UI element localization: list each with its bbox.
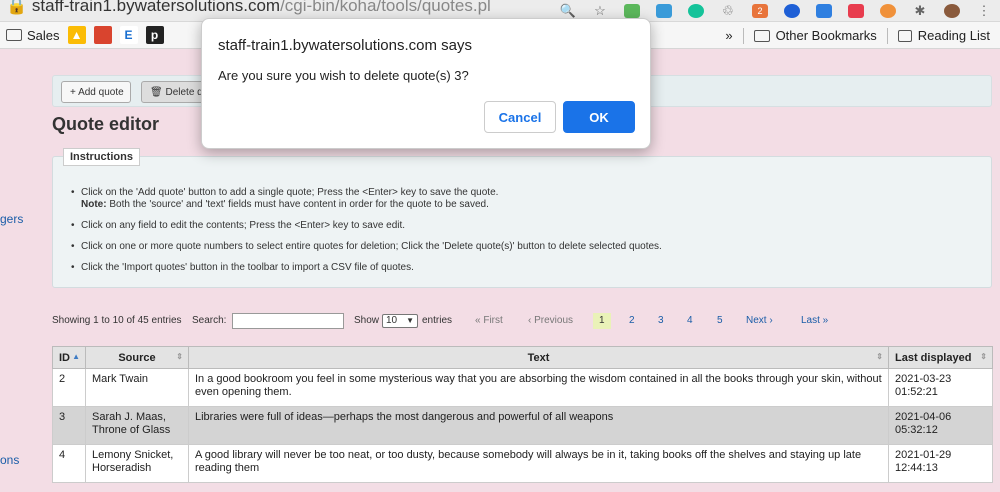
pagination-page-4[interactable]: 4 <box>687 313 693 329</box>
dialog-title: staff-train1.bywatersolutions.com says <box>218 37 472 54</box>
cell-text[interactable]: Libraries were full of ideas—perhaps the… <box>188 406 889 445</box>
sidebar-link-fragment[interactable]: ons <box>0 453 19 467</box>
page-length-select[interactable]: 10 ▼ <box>382 314 418 328</box>
reading-list-label: Reading List <box>917 28 990 43</box>
divider <box>742 27 744 44</box>
url-host: staff-train1.bywatersolutions.com <box>31 0 281 15</box>
extension-icon[interactable] <box>648 0 680 22</box>
column-header-source[interactable]: Source ⇕ <box>85 346 189 369</box>
column-header-last-displayed[interactable]: Last displayed ⇕ <box>888 346 993 369</box>
table-controls: Showing 1 to 10 of 45 entries Search: Sh… <box>52 313 992 329</box>
bookmark-sales[interactable]: Sales <box>6 22 60 49</box>
bookmark-e-icon[interactable]: E <box>119 26 138 44</box>
cancel-button[interactable]: Cancel <box>484 101 556 133</box>
dialog-message: Are you sure you wish to delete quote(s)… <box>218 68 469 83</box>
pagination-last[interactable]: Last » <box>801 313 828 329</box>
url-text[interactable]: 🔒 staff-train1.bywatersolutions.com/cgi-… <box>6 0 491 16</box>
table-info: Showing 1 to 10 of 45 entries <box>52 315 182 326</box>
bookmark-p-icon[interactable]: p <box>145 26 164 44</box>
pagination-page-1[interactable]: 1 <box>593 313 611 329</box>
bookmark-icon[interactable] <box>93 26 112 44</box>
folder-icon <box>753 29 770 42</box>
menu-kebab-icon[interactable]: ⋮ <box>968 0 1000 22</box>
add-quote-button[interactable]: + Add quote <box>61 81 131 103</box>
bookmark-other[interactable]: Other Bookmarks <box>753 28 877 43</box>
instructions-legend: Instructions <box>63 148 140 166</box>
bookmarks-overflow-chevron[interactable]: » <box>725 28 732 43</box>
cell-text[interactable]: In a good bookroom you feel in some myst… <box>188 368 889 407</box>
left-sidebar: gers ons <box>0 49 28 492</box>
table-header-row: ID ▲ Source ⇕ Text ⇕ Last displayed ⇕ <box>52 346 993 369</box>
bookmarks-right: » Other Bookmarks Reading List <box>725 22 990 49</box>
show-label: Show <box>354 315 380 326</box>
pagination-page-2[interactable]: 2 <box>629 313 635 329</box>
pocket-icon[interactable] <box>840 0 872 22</box>
column-header-text[interactable]: Text ⇕ <box>188 346 889 369</box>
instructions-panel: Instructions Click on the 'Add quote' bu… <box>52 148 992 288</box>
instruction-item: Click on the 'Add quote' button to add a… <box>71 187 662 211</box>
cell-last-displayed: 2021-01-29 12:44:13 <box>888 444 993 483</box>
cell-last-displayed: 2021-04-06 05:32:12 <box>888 406 993 445</box>
page-title: Quote editor <box>52 114 159 134</box>
grammarly-icon[interactable] <box>680 0 712 22</box>
extension-icon[interactable] <box>808 0 840 22</box>
pagination-next[interactable]: Next › <box>746 313 773 329</box>
cell-source[interactable]: Mark Twain <box>85 368 189 407</box>
sort-ascending-icon: ▲ <box>72 352 80 361</box>
divider <box>886 27 888 44</box>
bookmark-other-label: Other Bookmarks <box>775 28 877 43</box>
instruction-item: Click on one or more quote numbers to se… <box>71 241 662 253</box>
bookmark-sales-label: Sales <box>27 27 60 43</box>
drive-icon[interactable]: ▲ <box>67 26 86 44</box>
chevron-down-icon: ▼ <box>406 316 414 325</box>
confirm-dialog: staff-train1.bywatersolutions.com says A… <box>201 18 651 149</box>
lock-icon: 🔒 <box>6 0 32 15</box>
puzzle-icon[interactable]: ✱ <box>904 0 936 22</box>
avatar[interactable] <box>936 0 968 22</box>
pagination-page-5[interactable]: 5 <box>717 313 723 329</box>
search-input[interactable] <box>232 313 344 329</box>
reading-list-icon <box>897 29 912 42</box>
cell-source[interactable]: Sarah J. Maas, Throne of Glass <box>85 406 189 445</box>
pagination-page-3[interactable]: 3 <box>658 313 664 329</box>
cell-source[interactable]: Lemony Snicket, Horseradish <box>85 444 189 483</box>
password-manager-icon[interactable] <box>776 0 808 22</box>
url-path: /cgi-bin/koha/tools/quotes.pl <box>280 0 491 15</box>
pagination-first[interactable]: « First <box>475 313 503 329</box>
entries-label: entries <box>422 315 453 326</box>
quotes-table: ID ▲ Source ⇕ Text ⇕ Last displayed ⇕ 2 Mark… <box>52 346 993 483</box>
table-row-selected[interactable]: 3 Sarah J. Maas, Throne of Glass Librari… <box>52 406 993 445</box>
sidebar-link-fragment[interactable]: gers <box>0 212 23 226</box>
cell-id[interactable]: 2 <box>52 368 86 407</box>
instructions-list: Click on the 'Add quote' button to add a… <box>71 187 662 283</box>
extension-icon[interactable] <box>872 0 904 22</box>
sort-icon: ⇕ <box>980 352 987 361</box>
badge-extension-icon[interactable]: 2 <box>744 0 776 22</box>
table-row[interactable]: 4 Lemony Snicket, Horseradish A good lib… <box>52 444 993 483</box>
instruction-item: Click on any field to edit the contents;… <box>71 220 662 232</box>
cell-id[interactable]: 4 <box>52 444 86 483</box>
sort-icon: ⇕ <box>176 352 183 361</box>
sort-icon: ⇕ <box>876 352 883 361</box>
cell-text[interactable]: A good library will never be too neat, o… <box>188 444 889 483</box>
instruction-item: Click the 'Import quotes' button in the … <box>71 262 662 274</box>
table-row[interactable]: 2 Mark Twain In a good bookroom you feel… <box>52 368 993 407</box>
recycle-icon[interactable]: ♲ <box>712 0 744 22</box>
bookmark-reading-list[interactable]: Reading List <box>897 28 990 43</box>
ok-button[interactable]: OK <box>563 101 635 133</box>
folder-icon <box>6 29 22 41</box>
cell-last-displayed: 2021-03-23 01:52:21 <box>888 368 993 407</box>
column-header-id[interactable]: ID ▲ <box>52 346 86 369</box>
pagination-previous[interactable]: ‹ Previous <box>528 313 573 329</box>
search-label: Search: <box>192 315 227 326</box>
cell-id[interactable]: 3 <box>52 406 86 445</box>
